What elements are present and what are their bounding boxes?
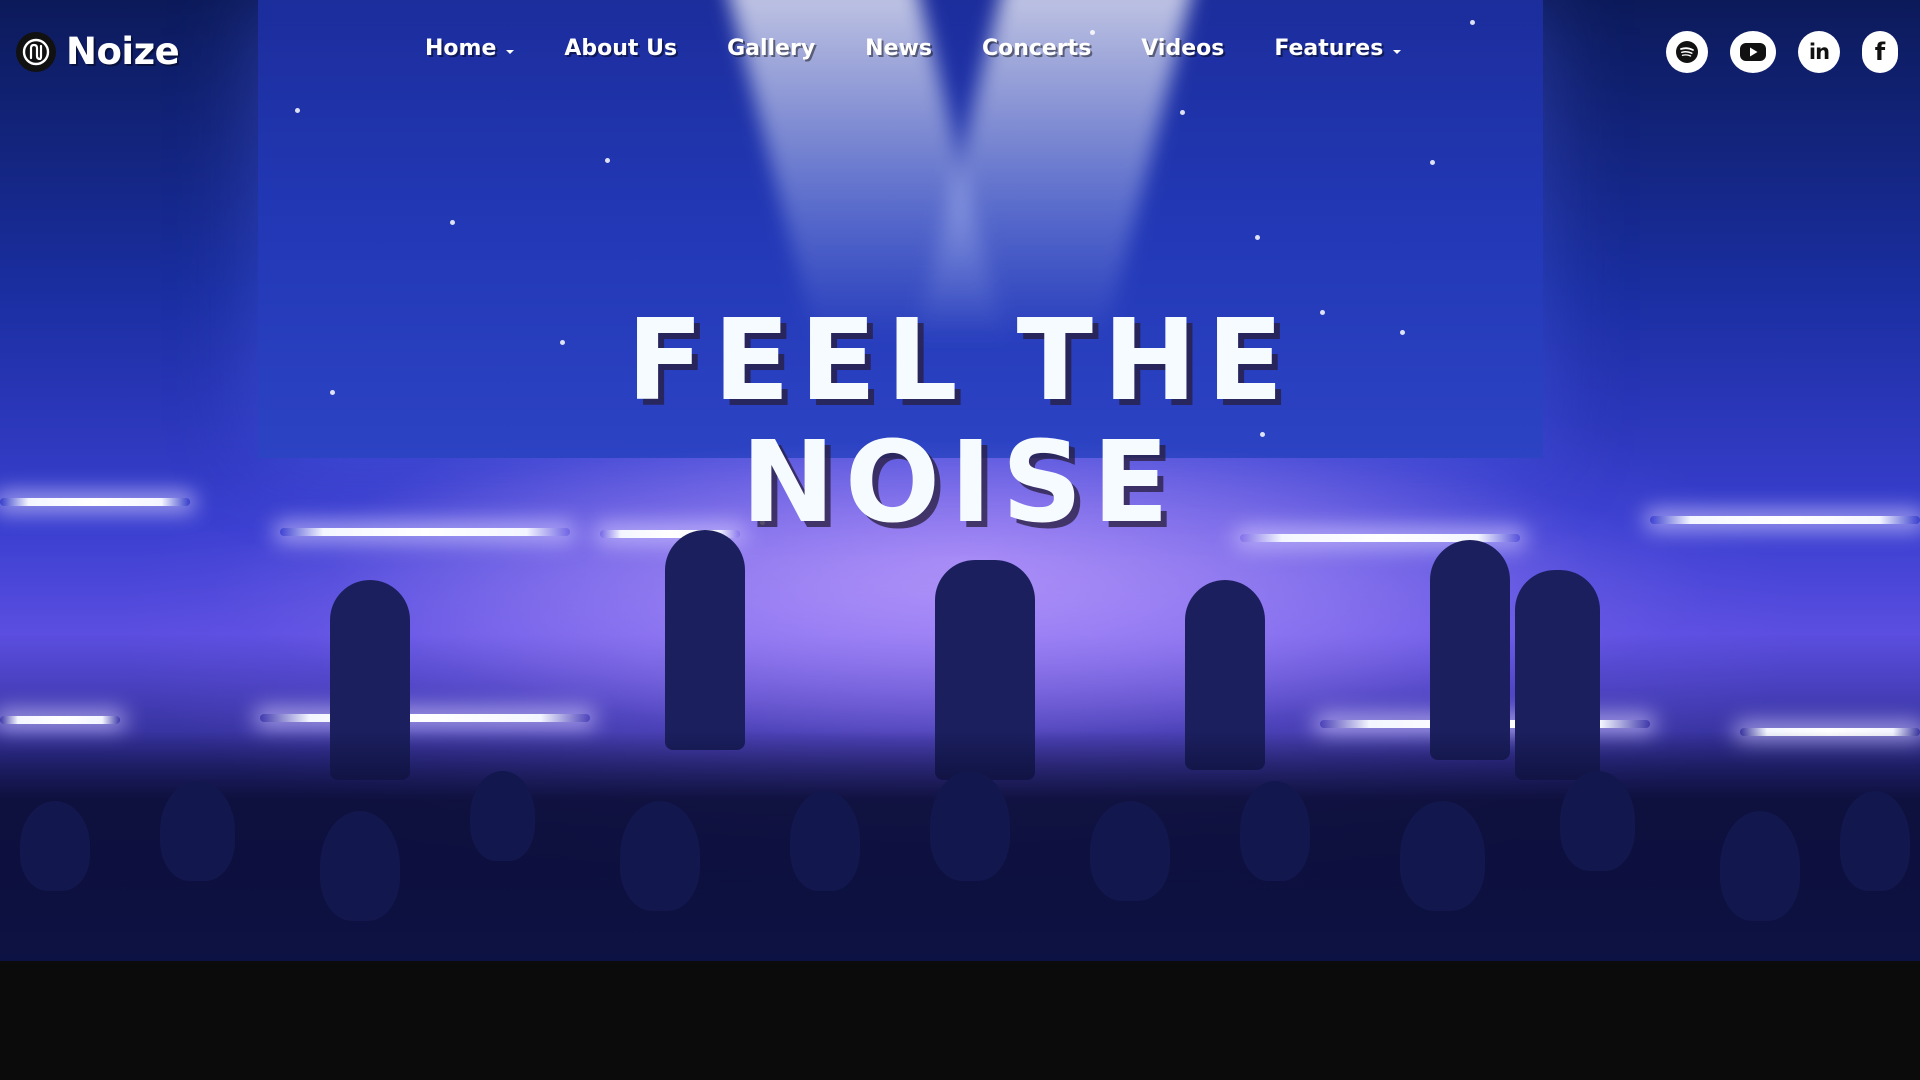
nav-item-about-us[interactable]: About Us bbox=[564, 36, 677, 61]
crowd-head bbox=[1720, 811, 1800, 921]
headline-line-1: FEEL THE bbox=[626, 296, 1294, 426]
youtube-link[interactable] bbox=[1730, 31, 1776, 73]
star-dot bbox=[1255, 235, 1260, 240]
star-dot bbox=[450, 220, 455, 225]
crowd-head bbox=[160, 781, 235, 881]
crowd-head bbox=[1840, 791, 1910, 891]
linkedin-icon: in bbox=[1808, 40, 1830, 64]
crowd-silhouette bbox=[0, 731, 1920, 961]
crowd-head bbox=[1400, 801, 1485, 911]
nav-item-label: Videos bbox=[1141, 36, 1225, 61]
band-member bbox=[1430, 540, 1510, 760]
nav-item-concerts[interactable]: Concerts bbox=[982, 36, 1091, 61]
crowd-head bbox=[1090, 801, 1170, 901]
band-member bbox=[665, 530, 745, 750]
crowd-head bbox=[470, 771, 535, 861]
crowd-head bbox=[620, 801, 700, 911]
crowd-head bbox=[790, 791, 860, 891]
crowd-head bbox=[930, 771, 1010, 881]
main-nav: Home About Us Gallery News Concerts Vide… bbox=[425, 36, 1451, 61]
chevron-down-icon bbox=[506, 49, 515, 54]
page-footer-area bbox=[0, 961, 1920, 1080]
social-links: in f bbox=[1666, 31, 1898, 73]
nav-item-label: Features bbox=[1274, 36, 1384, 61]
star-dot bbox=[1430, 160, 1435, 165]
nav-item-features[interactable]: Features bbox=[1274, 36, 1402, 61]
nav-item-news[interactable]: News bbox=[865, 36, 932, 61]
stage-light-row bbox=[260, 714, 590, 722]
nav-item-label: Home bbox=[425, 36, 497, 61]
star-dot bbox=[1180, 110, 1185, 115]
crowd-head bbox=[1560, 771, 1635, 871]
nav-item-home[interactable]: Home bbox=[425, 36, 515, 61]
spotify-link[interactable] bbox=[1666, 31, 1708, 73]
chevron-down-icon bbox=[1393, 49, 1402, 54]
nav-item-label: Gallery bbox=[727, 36, 816, 61]
star-dot bbox=[605, 158, 610, 163]
hero-headline: FEEL THE NOISE bbox=[0, 300, 1920, 544]
headline-line-2: NOISE bbox=[741, 418, 1179, 548]
noize-logo-icon bbox=[16, 31, 56, 72]
stage-light-row bbox=[0, 716, 120, 724]
facebook-icon: f bbox=[1874, 38, 1886, 66]
nav-item-label: About Us bbox=[564, 36, 678, 61]
facebook-link[interactable]: f bbox=[1862, 31, 1898, 73]
crowd-head bbox=[20, 801, 90, 891]
spotify-icon bbox=[1676, 41, 1698, 63]
brand-name: Noize bbox=[66, 30, 180, 73]
crowd-head bbox=[1240, 781, 1310, 881]
star-dot bbox=[295, 108, 300, 113]
nav-item-label: News bbox=[865, 36, 932, 61]
nav-item-gallery[interactable]: Gallery bbox=[727, 36, 815, 61]
youtube-icon bbox=[1740, 43, 1766, 61]
nav-item-label: Concerts bbox=[981, 36, 1092, 61]
crowd-head bbox=[320, 811, 400, 921]
brand-logo[interactable]: Noize bbox=[16, 30, 180, 73]
site-header: Noize Home About Us Gallery News Concert… bbox=[0, 0, 1920, 104]
hero-background: FEEL THE NOISE bbox=[0, 0, 1920, 961]
linkedin-link[interactable]: in bbox=[1798, 31, 1840, 73]
nav-item-videos[interactable]: Videos bbox=[1141, 36, 1224, 61]
